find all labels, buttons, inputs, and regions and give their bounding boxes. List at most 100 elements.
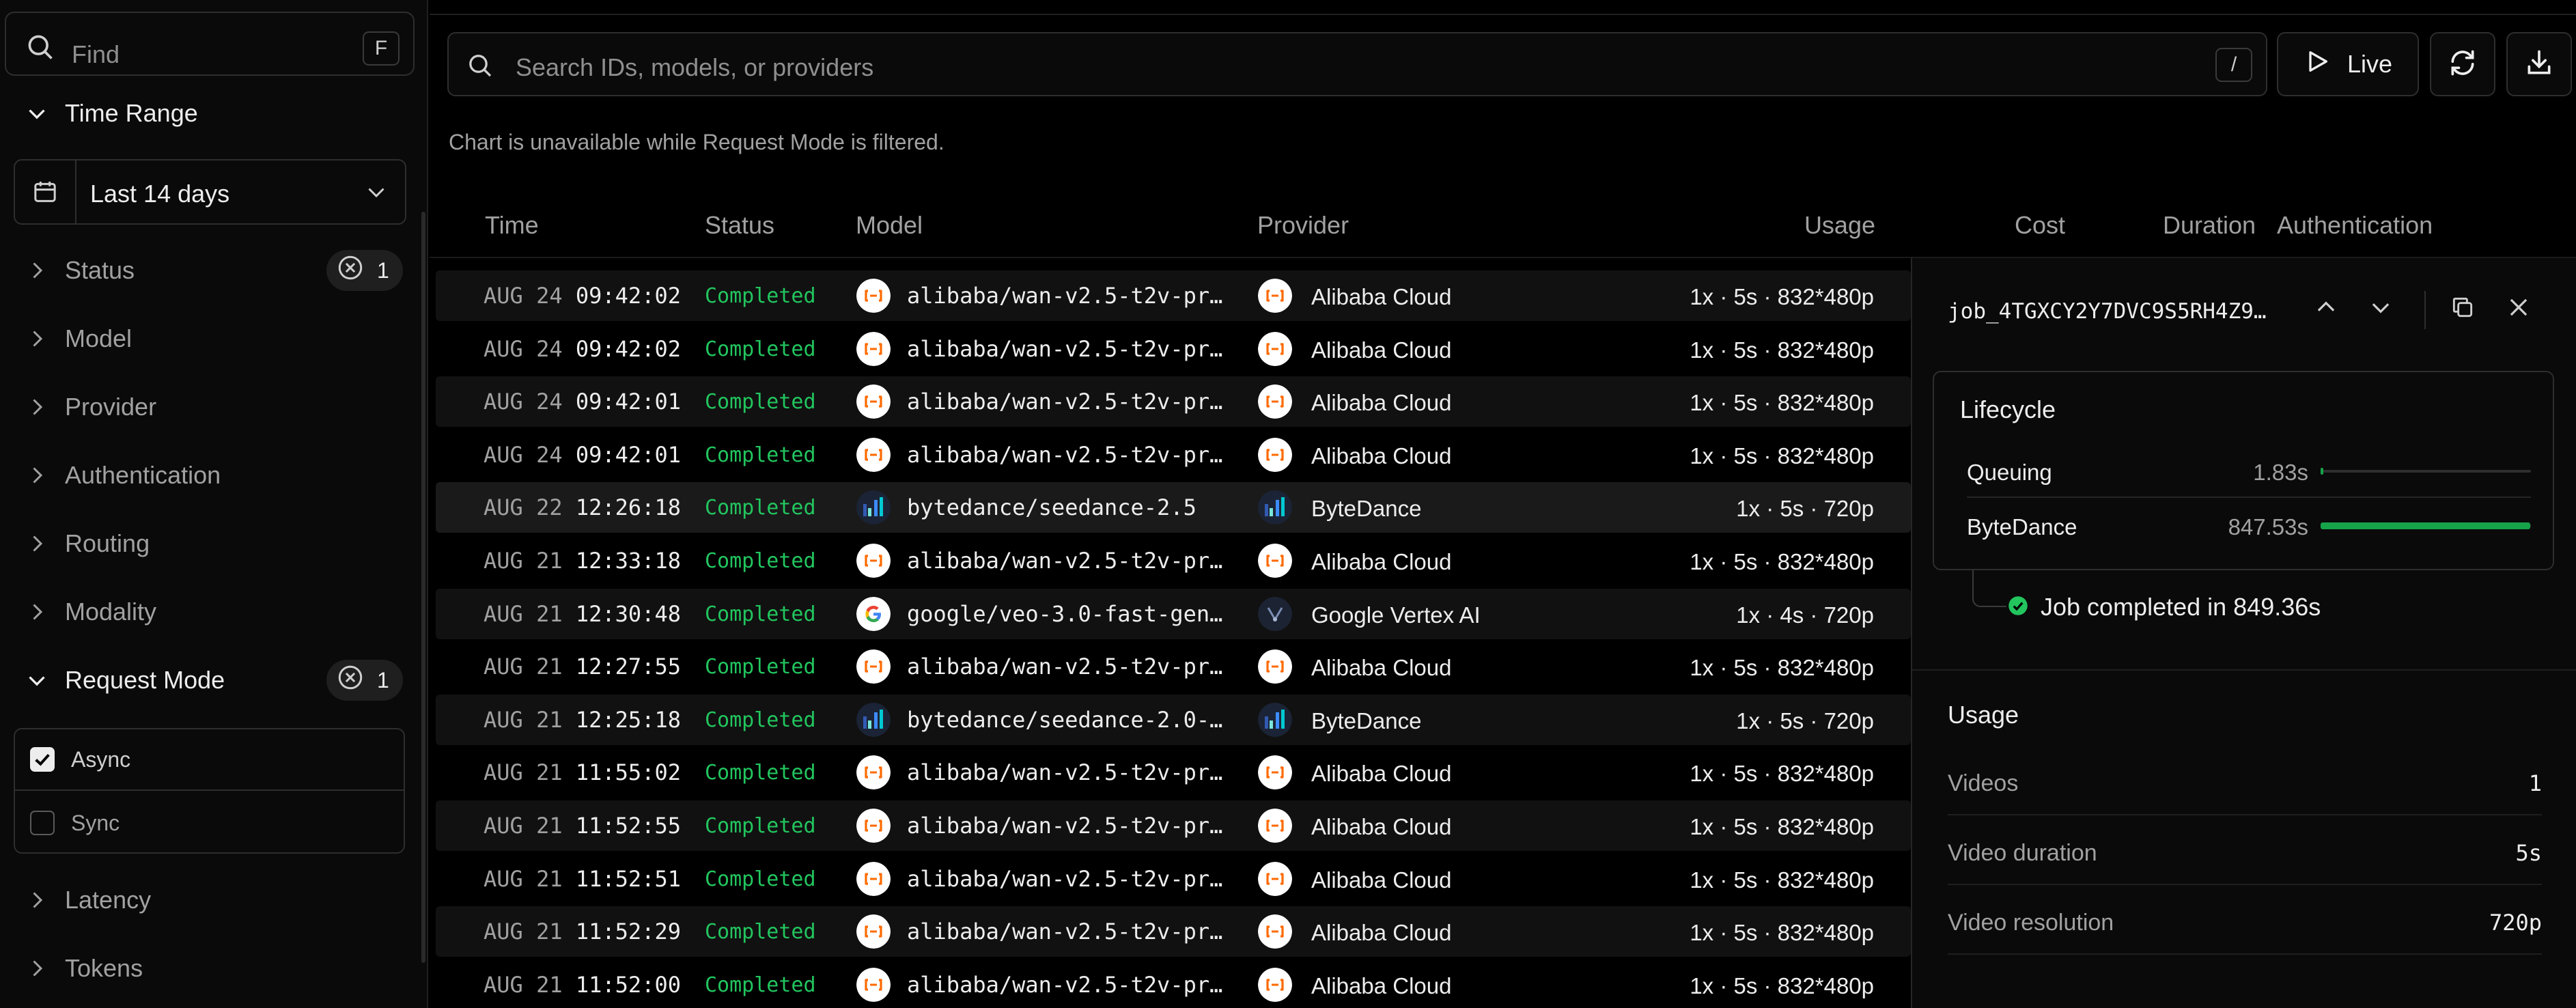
table-row[interactable]: AUG 21 12:33:18 Completed alibaba/wan-v2.5… (436, 535, 1911, 586)
status-badge: Completed (705, 867, 816, 891)
table-row[interactable]: AUG 22 12:26:18 Completed bytedance/seedan… (436, 482, 1911, 533)
filter-modality[interactable]: Modality (0, 585, 417, 639)
option-async[interactable]: Async (15, 729, 404, 791)
cell-usage: 1x · 5s · 832*480p (1690, 443, 1874, 468)
date-range-select[interactable]: Last 14 days (14, 159, 406, 225)
filter-sidebar: Find F Time Range Last 14 days Status 1 … (0, 0, 428, 1008)
chevron-down-icon (364, 180, 389, 208)
close-panel-button[interactable] (2498, 288, 2539, 329)
section-divider (1912, 669, 2576, 671)
cell-model: alibaba/wan-v2.5-t2v-pr… (907, 813, 1223, 839)
cell-time: AUG 21 11:52:55 (484, 813, 681, 839)
table-row[interactable]: AUG 21 12:30:48 Completed google/veo-3.0-f… (436, 588, 1911, 639)
filter-request-mode[interactable]: Request Mode 1 (0, 653, 417, 708)
filter-tokens[interactable]: Tokens (0, 941, 417, 996)
usage-row-videos: Videos 1 (1948, 747, 2542, 815)
table-row[interactable]: AUG 21 11:52:00 Completed alibaba/wan-v2.5… (436, 960, 1911, 1008)
filter-routing[interactable]: Routing (0, 516, 417, 571)
alibaba-logo-icon (856, 809, 891, 843)
filter-time-range[interactable]: Time Range (0, 86, 417, 141)
vertex-logo-icon (1258, 596, 1292, 631)
sidebar-scrollbar[interactable] (421, 212, 425, 963)
checkbox-checked[interactable] (30, 747, 55, 772)
table-row[interactable]: AUG 21 11:52:55 Completed alibaba/wan-v2.5… (436, 800, 1911, 851)
filter-provider[interactable]: Provider (0, 380, 417, 434)
cell-usage: 1x · 5s · 832*480p (1690, 390, 1874, 416)
cell-provider: Alibaba Cloud (1311, 920, 1452, 946)
job-id[interactable]: job_4TGXCY2Y7DVC9S5RH4Z9… (1948, 299, 2267, 324)
cell-clock: 11:55:02 (575, 759, 681, 786)
cell-time: AUG 21 11:52:29 (484, 919, 681, 944)
cell-model: bytedance/seedance-2.5 (907, 494, 1196, 521)
option-label: Async (71, 746, 131, 772)
cell-date: AUG 21 (484, 654, 563, 680)
table-row[interactable]: AUG 21 11:52:51 Completed alibaba/wan-v2.5… (436, 854, 1911, 904)
table-row[interactable]: AUG 21 11:55:02 Completed alibaba/wan-v2.5… (436, 747, 1911, 798)
close-circle-icon (336, 663, 365, 697)
cell-usage: 1x · 5s · 720p (1736, 496, 1874, 522)
clear-request-mode-filter-button[interactable]: 1 (326, 660, 403, 701)
chevron-right-icon (25, 531, 49, 559)
copy-button[interactable] (2442, 288, 2483, 329)
option-sync[interactable]: Sync (15, 792, 404, 854)
table-row[interactable]: AUG 24 09:42:02 Completed alibaba/wan-v2.5… (436, 270, 1911, 321)
usage-row-video-duration: Video duration 5s (1948, 817, 2542, 885)
alibaba-logo-icon (856, 861, 891, 896)
chevron-up-icon (2313, 294, 2339, 324)
cell-usage: 1x · 5s · 832*480p (1690, 867, 1874, 893)
column-header-authentication[interactable]: Authentication (2277, 211, 2433, 240)
filter-authentication[interactable]: Authentication (0, 448, 417, 503)
live-button[interactable]: Live (2277, 32, 2419, 96)
table-row[interactable]: AUG 24 09:42:01 Completed alibaba/wan-v2.5… (436, 376, 1911, 428)
filter-count: 1 (377, 667, 389, 692)
cell-usage: 1x · 5s · 720p (1736, 708, 1874, 733)
alibaba-logo-icon (1258, 914, 1292, 949)
cell-clock: 12:27:55 (575, 654, 681, 680)
cell-provider: Alibaba Cloud (1311, 390, 1452, 416)
search-input[interactable]: Search IDs, models, or providers / (447, 32, 2267, 96)
chevron-right-icon (25, 326, 49, 354)
column-header-model[interactable]: Model (856, 211, 923, 240)
lifecycle-stage-bytedance: ByteDance 847.53s (1967, 499, 2531, 552)
table-row[interactable]: AUG 21 12:27:55 Completed alibaba/wan-v2.5… (436, 641, 1911, 692)
column-header-cost[interactable]: Cost (2015, 211, 2065, 240)
alibaba-logo-icon (856, 544, 891, 578)
date-range-value: Last 14 days (90, 180, 230, 208)
next-request-button[interactable] (2360, 288, 2401, 329)
status-badge: Completed (705, 549, 816, 573)
cell-clock: 11:52:51 (575, 865, 681, 892)
stage-timeline-track (2321, 522, 2531, 529)
alibaba-logo-icon (1258, 544, 1292, 578)
refresh-button[interactable] (2430, 32, 2495, 96)
copy-icon (2450, 294, 2476, 324)
table-row[interactable]: AUG 21 11:52:29 Completed alibaba/wan-v2.5… (436, 906, 1911, 957)
status-badge: Completed (705, 655, 816, 680)
cell-model: alibaba/wan-v2.5-t2v-pr… (907, 441, 1223, 468)
column-header-time[interactable]: Time (485, 211, 539, 240)
download-button[interactable] (2506, 32, 2572, 96)
clear-status-filter-button[interactable]: 1 (326, 250, 403, 291)
cell-usage: 1x · 5s · 832*480p (1690, 337, 1874, 363)
cell-time: AUG 21 12:25:18 (484, 707, 681, 733)
column-header-provider[interactable]: Provider (1257, 211, 1349, 240)
table-row[interactable]: AUG 24 09:42:01 Completed alibaba/wan-v2.5… (436, 430, 1911, 480)
checkbox-unchecked[interactable] (30, 811, 55, 835)
cell-time: AUG 22 12:26:18 (484, 494, 681, 520)
filter-model[interactable]: Model (0, 311, 417, 366)
find-input[interactable]: Find F (5, 12, 415, 76)
cell-clock: 09:42:01 (575, 441, 681, 468)
chevron-down-icon (2368, 294, 2394, 324)
stage-name: Queuing (1967, 460, 2052, 485)
filter-latency[interactable]: Latency (0, 873, 417, 927)
column-header-usage[interactable]: Usage (1804, 211, 1875, 240)
column-header-duration[interactable]: Duration (2163, 211, 2256, 240)
filter-status[interactable]: Status 1 (0, 243, 417, 298)
job-completed-text: Job completed in 849.36s (2041, 593, 2321, 621)
column-header-status[interactable]: Status (705, 211, 774, 240)
table-row[interactable]: AUG 24 09:42:02 Completed alibaba/wan-v2.5… (436, 324, 1911, 374)
alibaba-logo-icon (1258, 967, 1292, 1002)
option-label: Sync (71, 810, 120, 835)
table-row[interactable]: AUG 21 12:25:18 Completed bytedance/seedan… (436, 694, 1911, 745)
previous-request-button[interactable] (2306, 288, 2347, 329)
cell-time: AUG 24 09:42:01 (484, 389, 681, 415)
